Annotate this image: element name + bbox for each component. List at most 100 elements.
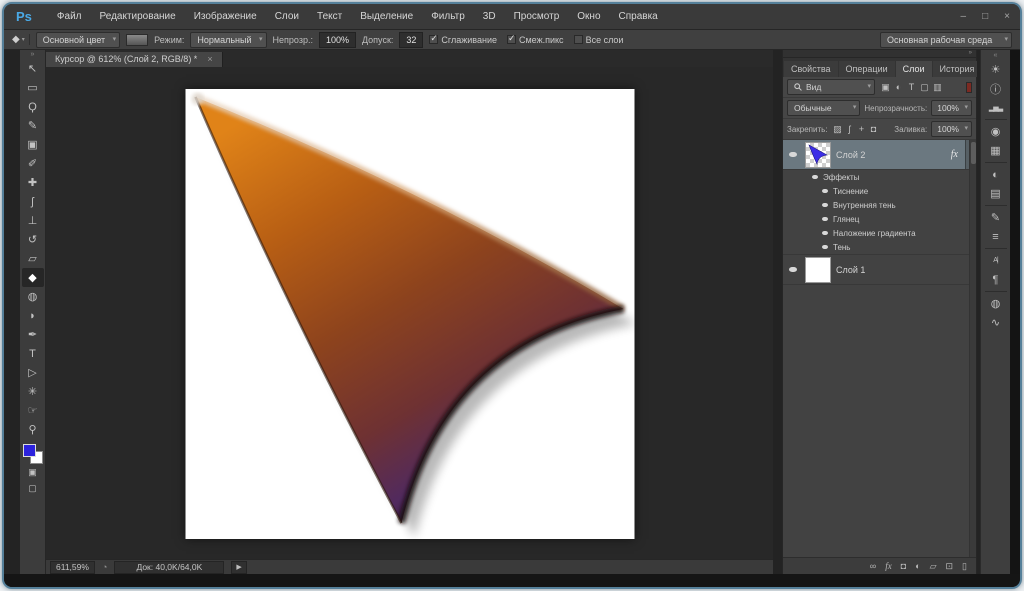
histogram-panel-icon[interactable]: ▂▅▃ — [983, 98, 1009, 117]
visibility-eye-icon[interactable] — [819, 199, 830, 211]
move-tool[interactable]: ↖ — [22, 59, 44, 78]
paths-panel-icon[interactable]: ∿ — [983, 313, 1009, 332]
visibility-eye-icon[interactable] — [819, 185, 830, 197]
opacity-value[interactable]: 100% — [319, 32, 356, 48]
workspace-select[interactable]: Основная рабочая среда — [880, 32, 1012, 48]
menu-item-Файл[interactable]: Файл — [48, 11, 91, 22]
shape-tool[interactable]: ✳ — [22, 382, 44, 401]
blur-tool[interactable]: ◍ — [22, 287, 44, 306]
adjustments-panel-icon[interactable]: ☀ — [983, 60, 1009, 79]
menu-item-Справка[interactable]: Справка — [610, 11, 667, 22]
effect-row-Тень[interactable]: Тень — [783, 240, 976, 254]
healing-brush-tool[interactable]: ✚ — [22, 173, 44, 192]
clone-stamp-tool[interactable]: ⊥ — [22, 211, 44, 230]
effect-row-Тиснение[interactable]: Тиснение — [783, 184, 976, 198]
canvas[interactable] — [185, 89, 634, 539]
pen-tool[interactable]: ✒ — [22, 325, 44, 344]
menu-item-3D[interactable]: 3D — [474, 11, 505, 22]
tolerance-input[interactable]: 32 — [399, 32, 423, 48]
visibility-eye-icon[interactable] — [819, 213, 830, 225]
panel-opacity-value[interactable]: 100% — [931, 100, 972, 116]
crop-tool[interactable]: ▣ — [22, 135, 44, 154]
blend-mode-select[interactable]: Обычные — [787, 100, 860, 116]
foreground-color-swatch[interactable] — [23, 444, 36, 457]
link-layers-icon[interactable]: ∞ — [870, 561, 876, 571]
panel-tab-Операции[interactable]: Операции — [839, 61, 895, 77]
pattern-swatch[interactable] — [126, 34, 148, 46]
visibility-eye-icon[interactable] — [819, 241, 830, 253]
filter-toggle-switch[interactable] — [966, 82, 972, 93]
fill-value[interactable]: 100% — [931, 121, 972, 137]
group-layers-icon[interactable]: ▱ — [930, 561, 937, 572]
quick-selection-tool[interactable]: ✎ — [22, 116, 44, 135]
maximize-button[interactable]: □ — [982, 11, 988, 22]
filter-adjustment-layers-icon[interactable]: ◐ — [892, 82, 905, 93]
path-selection-tool[interactable]: ▷ — [22, 363, 44, 382]
filter-type-layers-icon[interactable]: T — [905, 82, 918, 93]
checkbox-box[interactable] — [429, 35, 438, 44]
scrollbar-thumb[interactable] — [971, 142, 976, 164]
status-popup-arrow-icon[interactable]: ▶ — [231, 561, 246, 574]
lock-all-icon[interactable]: ◘ — [868, 124, 880, 135]
layer-thumbnail[interactable] — [805, 257, 831, 283]
filter-kind-select[interactable]: Вид — [787, 79, 875, 95]
zoom-level-field[interactable]: 611,59% — [50, 561, 95, 574]
minimize-button[interactable]: – — [961, 11, 967, 22]
type-tool[interactable]: T — [22, 344, 44, 363]
menu-item-Слои[interactable]: Слои — [266, 11, 308, 22]
checkbox-box[interactable] — [574, 35, 583, 44]
delete-layer-icon[interactable]: ▯ — [962, 561, 967, 572]
panel-tab-История[interactable]: История — [933, 61, 982, 77]
visibility-eye-icon[interactable] — [819, 227, 830, 239]
brush-panel-icon[interactable]: ✎ — [983, 208, 1009, 227]
character-panel-icon[interactable]: A| — [983, 251, 1009, 270]
adjustment-layer-icon[interactable]: ◐ — [915, 561, 920, 571]
panel-tab-Слои[interactable]: Слои — [896, 61, 932, 77]
filter-smart-objects-icon[interactable]: ▥ — [931, 82, 944, 93]
toolbar-collapse-icon[interactable]: » — [31, 51, 35, 59]
close-icon[interactable]: × — [207, 54, 212, 64]
fill-source-select[interactable]: Основной цвет — [36, 32, 120, 48]
close-button[interactable]: × — [1004, 11, 1010, 22]
paint-bucket-tool[interactable]: ◆ — [22, 268, 44, 287]
checkbox-Сглаживание[interactable]: Сглаживание — [429, 35, 497, 45]
lock-paint-icon[interactable]: ʃ — [844, 124, 856, 135]
mode-select[interactable]: Нормальный — [190, 32, 266, 48]
visibility-eye-icon[interactable] — [786, 149, 800, 161]
layer-row-2[interactable]: Слой 2 fx ▴ — [783, 140, 976, 170]
filter-shape-layers-icon[interactable]: ▢ — [918, 82, 931, 93]
marquee-tool[interactable]: ▭ — [22, 78, 44, 97]
masks-panel-icon[interactable]: ◍ — [983, 294, 1009, 313]
dock-collapse-icon[interactable]: » — [783, 50, 976, 58]
menu-item-Выделение[interactable]: Выделение — [351, 11, 422, 22]
menu-item-Фильтр[interactable]: Фильтр — [422, 11, 474, 22]
checkbox-Смеж.пикс[interactable]: Смеж.пикс — [507, 35, 564, 45]
eraser-tool[interactable]: ▱ — [22, 249, 44, 268]
brush-presets-panel-icon[interactable]: ≡ — [983, 227, 1009, 246]
lock-position-icon[interactable]: + — [856, 124, 868, 135]
styles-panel-icon[interactable]: ▤ — [983, 184, 1009, 203]
layer-style-icon[interactable]: fx — [885, 561, 892, 571]
screen-mode-icon[interactable]: ▢ — [22, 480, 44, 496]
filter-pixel-layers-icon[interactable]: ▣ — [879, 82, 892, 93]
effect-row-Глянец[interactable]: Глянец — [783, 212, 976, 226]
effect-row-Эффекты[interactable]: Эффекты — [783, 170, 976, 184]
layer-thumbnail[interactable] — [805, 142, 831, 168]
lasso-tool[interactable]: Ϙ — [22, 97, 44, 116]
new-layer-icon[interactable]: ⊡ — [946, 561, 954, 572]
effect-row-Наложение градиента[interactable]: Наложение градиента — [783, 226, 976, 240]
brush-tool[interactable]: ʃ — [22, 192, 44, 211]
eyedropper-tool[interactable]: ✐ — [22, 154, 44, 173]
layer-row-1[interactable]: Слой 1 — [783, 255, 976, 285]
checkbox-Все слои[interactable]: Все слои — [574, 35, 624, 45]
paragraph-panel-icon[interactable]: ¶ — [983, 270, 1009, 289]
menu-item-Редактирование[interactable]: Редактирование — [91, 11, 185, 22]
zoom-tool[interactable]: ⚲ — [22, 420, 44, 439]
visibility-eye-icon[interactable] — [809, 171, 820, 183]
lock-transparency-icon[interactable]: ▨ — [832, 124, 844, 135]
document-tab[interactable]: Курсор @ 612% (Слой 2, RGB/8) * × — [46, 52, 223, 67]
layer-mask-icon[interactable]: ◘ — [901, 561, 906, 571]
dodge-tool[interactable]: ◗ — [22, 306, 44, 325]
tool-preset-picker[interactable]: ◆ ▾ — [12, 34, 30, 45]
history-brush-tool[interactable]: ↺ — [22, 230, 44, 249]
